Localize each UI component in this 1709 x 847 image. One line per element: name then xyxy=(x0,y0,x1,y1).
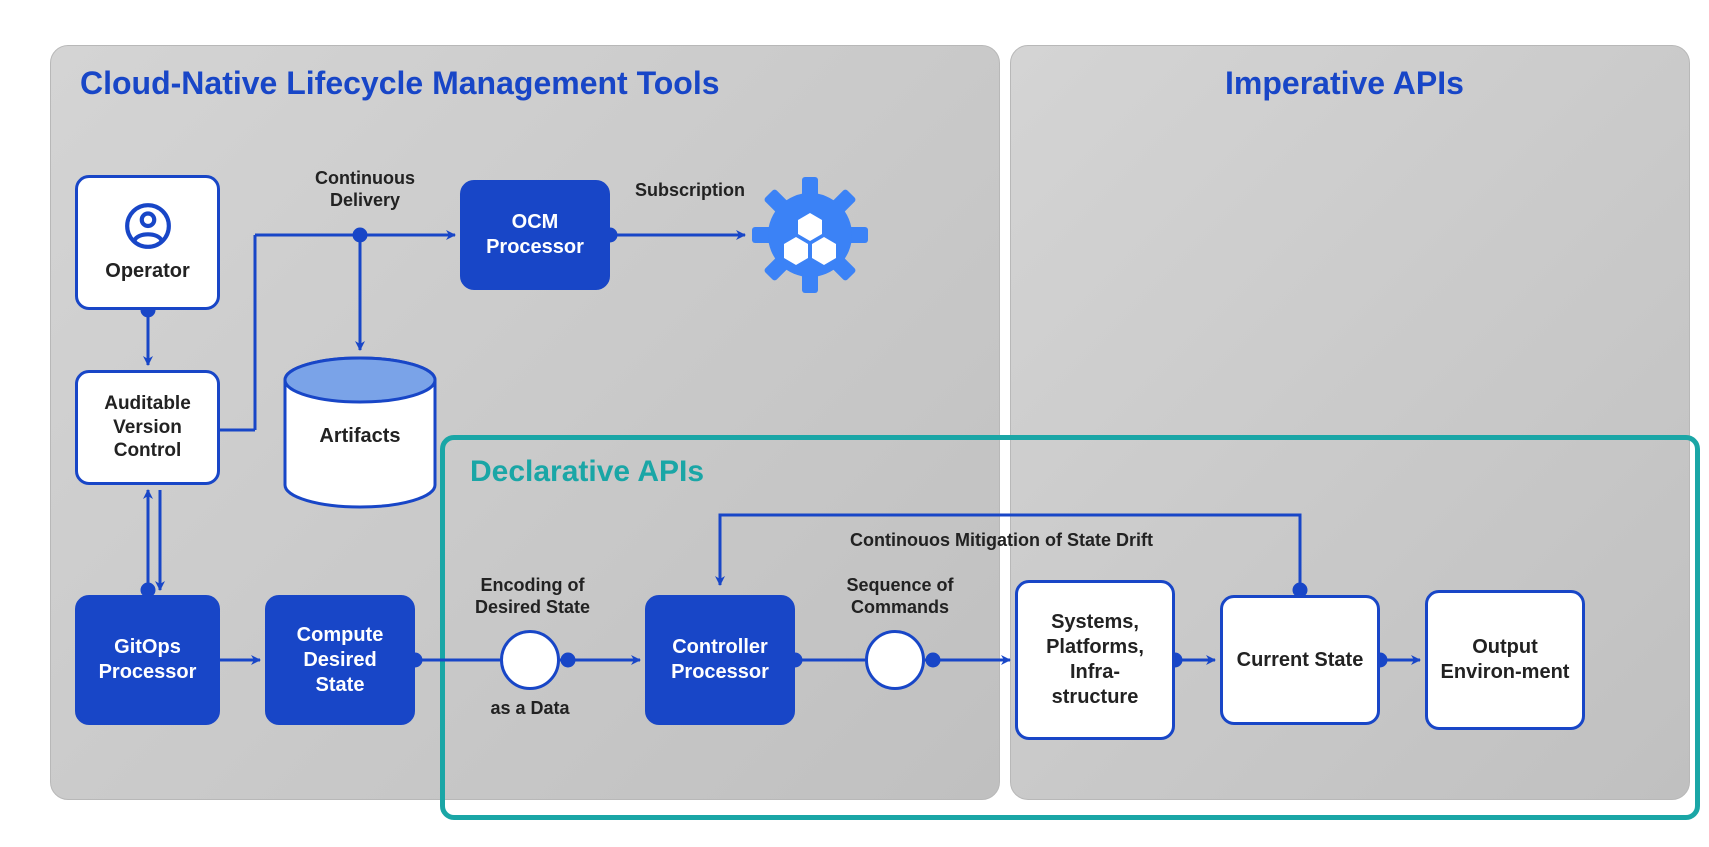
user-icon xyxy=(123,201,173,251)
node-output: Output Environ-ment xyxy=(1425,590,1585,730)
node-ocm: OCM Processor xyxy=(460,180,610,290)
node-current: Current State xyxy=(1220,595,1380,725)
node-operator: Operator xyxy=(75,175,220,310)
label-subscription: Subscription xyxy=(620,180,760,202)
panel-title-declarative: Declarative APIs xyxy=(470,455,704,489)
label-sequence: Sequence of Commands xyxy=(830,575,970,618)
node-encoding-circle xyxy=(500,630,560,690)
panel-title-imperative: Imperative APIs xyxy=(1225,65,1464,102)
node-gitops: GitOps Processor xyxy=(75,595,220,725)
node-compute-label: Compute Desired State xyxy=(278,623,402,698)
node-output-label: Output Environ-ment xyxy=(1438,635,1572,685)
node-controller-label: Controller Processor xyxy=(658,635,782,685)
node-systems-label: Systems, Platforms, Infra-structure xyxy=(1028,610,1162,710)
node-artifacts-label: Artifacts xyxy=(280,425,440,448)
node-controller: Controller Processor xyxy=(645,595,795,725)
node-current-label: Current State xyxy=(1237,648,1364,673)
diagram-canvas: Cloud-Native Lifecycle Management Tools … xyxy=(20,20,1709,827)
node-avc: Auditable Version Control xyxy=(75,370,220,485)
label-mitigation: Continouos Mitigation of State Drift xyxy=(850,530,1210,552)
node-sequence-circle xyxy=(865,630,925,690)
node-avc-label: Auditable Version Control xyxy=(88,392,207,463)
node-artifacts: Artifacts xyxy=(280,355,440,510)
node-systems: Systems, Platforms, Infra-structure xyxy=(1015,580,1175,740)
label-encoding-bottom: as a Data xyxy=(480,698,580,720)
panel-title-cloud-native: Cloud-Native Lifecycle Management Tools xyxy=(80,65,720,102)
gear-icon xyxy=(750,175,870,295)
label-encoding-top: Encoding of Desired State xyxy=(465,575,600,618)
node-compute: Compute Desired State xyxy=(265,595,415,725)
node-operator-label: Operator xyxy=(105,259,189,284)
node-ocm-label: OCM Processor xyxy=(473,210,597,260)
node-gitops-label: GitOps Processor xyxy=(88,635,207,685)
label-continuous-delivery: Continuous Delivery xyxy=(295,168,435,211)
